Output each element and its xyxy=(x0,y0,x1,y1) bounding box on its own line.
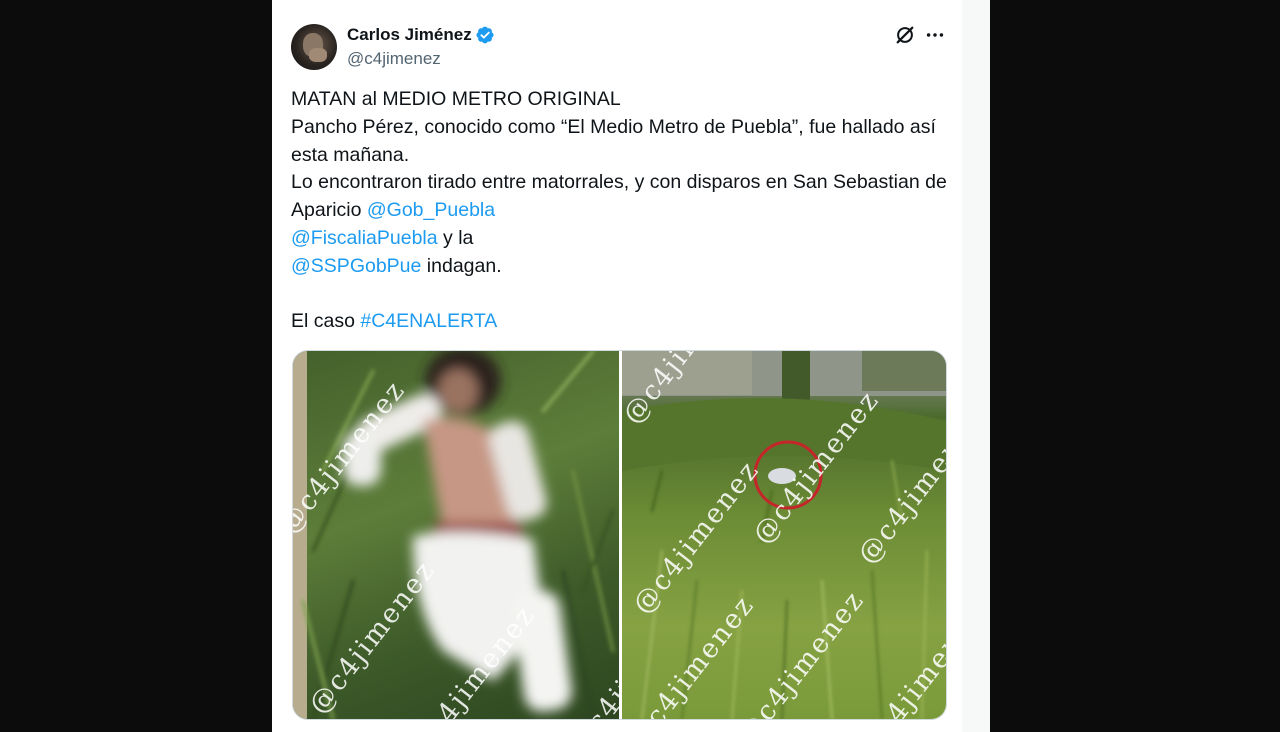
tweet-line-title: MATAN al MEDIO METRO ORIGINAL xyxy=(291,88,621,110)
left-photo[interactable]: @c4jimenez @c4jimenez @c4jimenez @c4jime… xyxy=(293,351,619,719)
side-gutter xyxy=(962,0,990,732)
tweet-media: @c4jimenez @c4jimenez @c4jimenez @c4jime… xyxy=(292,350,947,720)
mention-gob-puebla[interactable]: @Gob_Puebla xyxy=(367,199,495,221)
mention-ssp-gob-pue[interactable]: @SSPGobPue xyxy=(291,255,421,277)
tweet-line-mention-ssp: @SSPGobPue indagan. xyxy=(291,253,961,281)
text-indagan: indagan. xyxy=(421,254,502,277)
tweet-text: MATAN al MEDIO METRO ORIGINAL Pancho Pér… xyxy=(291,86,961,336)
avatar[interactable] xyxy=(291,24,337,70)
text-el-caso: El caso xyxy=(291,310,361,333)
more-options-icon[interactable] xyxy=(924,24,946,46)
tweet-card: Carlos Jiménez @c4jimenez MATAN al MEDIO… xyxy=(272,0,990,732)
mention-fiscalia-puebla[interactable]: @FiscaliaPuebla xyxy=(291,227,438,249)
hashtag-c4enalerta[interactable]: #C4ENALERTA xyxy=(360,310,497,332)
author-handle[interactable]: @c4jimenez xyxy=(347,48,441,70)
text-y-la: y la xyxy=(437,226,474,249)
tweet-line-location: Lo encontraron tirado entre matorrales, … xyxy=(291,169,961,225)
avatar-hand xyxy=(309,48,327,62)
tweet-line-description: Pancho Pérez, conocido como “El Medio Me… xyxy=(291,115,936,166)
verified-badge-icon xyxy=(476,26,494,44)
right-photo[interactable]: @c4jimenez @c4jimenez @c4jimenez @c4jime… xyxy=(622,351,946,719)
tweet-line-hashtag: El caso #C4ENALERTA xyxy=(291,308,961,336)
grok-icon[interactable] xyxy=(894,24,916,46)
tweet-line-mention-fiscalia: @FiscaliaPuebla y la xyxy=(291,225,961,253)
author-name[interactable]: Carlos Jiménez xyxy=(347,24,472,46)
